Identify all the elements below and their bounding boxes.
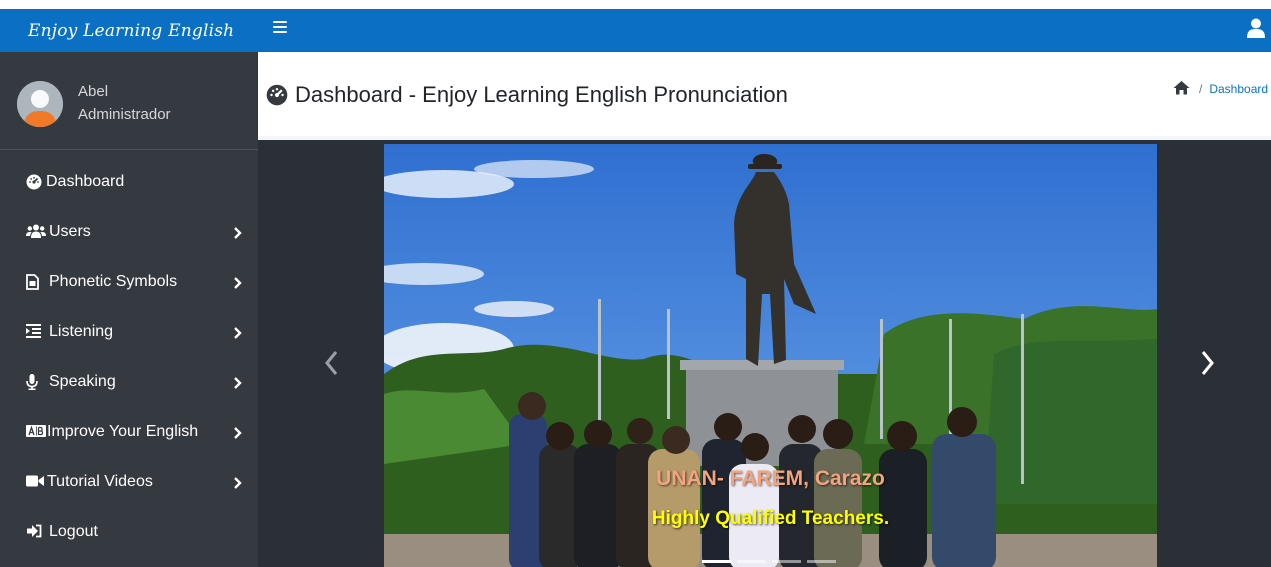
ab-icon [26,424,46,440]
user-icon[interactable] [1247,18,1265,38]
breadcrumb-current[interactable]: Dashboard [1209,82,1268,96]
top-navbar: Enjoy Learning English [0,0,1271,52]
file-icon [26,274,42,290]
chevron-right-icon [233,476,242,489]
sidebar-item-tutorial-videos[interactable]: Tutorial Videos [0,460,258,504]
carousel-prev-icon[interactable] [324,350,338,376]
brand-title: Enjoy Learning English [28,20,235,41]
top-strip [0,0,1271,9]
sidebar-item-label: Users [49,223,91,240]
sidebar-item-dashboard[interactable]: Dashboard [0,160,258,204]
slide-photo [384,144,1157,567]
chevron-right-icon [233,226,242,239]
carousel-indicators [702,560,836,563]
sidebar-item-label: Listening [49,323,114,340]
sidebar-item-users[interactable]: Users [0,210,258,254]
user-panel: Abel Administrador [0,52,258,150]
carousel-indicator[interactable] [702,560,731,563]
content-area: UNAN- FAREM, Carazo Highly Qualified Tea… [258,136,1271,567]
carousel-indicator[interactable] [772,560,801,563]
carousel-slide: UNAN- FAREM, Carazo Highly Qualified Tea… [384,144,1157,567]
brand-link[interactable]: Enjoy Learning English [0,9,258,52]
home-icon[interactable] [1173,80,1190,98]
user-role: Administrador [78,106,171,123]
users-icon [26,224,46,240]
sidebar-item-label: Tutorial Videos [47,473,153,490]
chevron-right-icon [233,376,242,389]
sidebar-item-label: Logout [49,523,98,540]
content-header: Dashboard - Enjoy Learning English Pronu… [258,52,1271,136]
carousel-indicator[interactable] [737,560,766,563]
sidebar-item-listening[interactable]: Listening [0,310,258,354]
user-name[interactable]: Abel [78,83,108,100]
main-navbar [258,9,1271,52]
sidebar-item-logout[interactable]: Logout [0,510,258,554]
sidebar-item-phonetic-symbols[interactable]: Phonetic Symbols [0,260,258,304]
tachometer-icon [26,174,42,190]
breadcrumb: / Dashboard [1173,80,1268,98]
sidebar-item-label: Improve Your English [47,423,199,440]
sidebar-item-improve-your-english[interactable]: Improve Your English [0,410,258,454]
microphone-icon [26,374,42,390]
video-icon [26,474,44,490]
page-title-text: Dashboard - Enjoy Learning English Pronu… [295,82,788,107]
carousel-next-icon[interactable] [1201,350,1215,376]
avatar[interactable] [17,81,63,127]
chevron-right-icon [233,426,242,439]
sign-out-icon [26,524,42,540]
carousel: UNAN- FAREM, Carazo Highly Qualified Tea… [258,140,1271,567]
chevron-right-icon [233,276,242,289]
chevron-right-icon [233,326,242,339]
carousel-caption-title: UNAN- FAREM, Carazo [656,467,885,490]
list-icon [26,324,42,340]
carousel-caption-subtitle: Highly Qualified Teachers. [651,508,890,529]
sidebar-item-label: Dashboard [46,173,125,190]
carousel-indicator[interactable] [807,560,836,563]
page-title: Dashboard - Enjoy Learning English Pronu… [266,82,788,108]
tachometer-icon [266,84,288,106]
sidebar-item-speaking[interactable]: Speaking [0,360,258,404]
sidebar-item-label: Phonetic Symbols [49,273,178,290]
sidebar-item-label: Speaking [49,373,116,390]
breadcrumb-separator: / [1199,82,1203,96]
hamburger-icon[interactable] [273,21,287,34]
sidebar: Abel Administrador Dashboard Users Phone… [0,52,258,567]
